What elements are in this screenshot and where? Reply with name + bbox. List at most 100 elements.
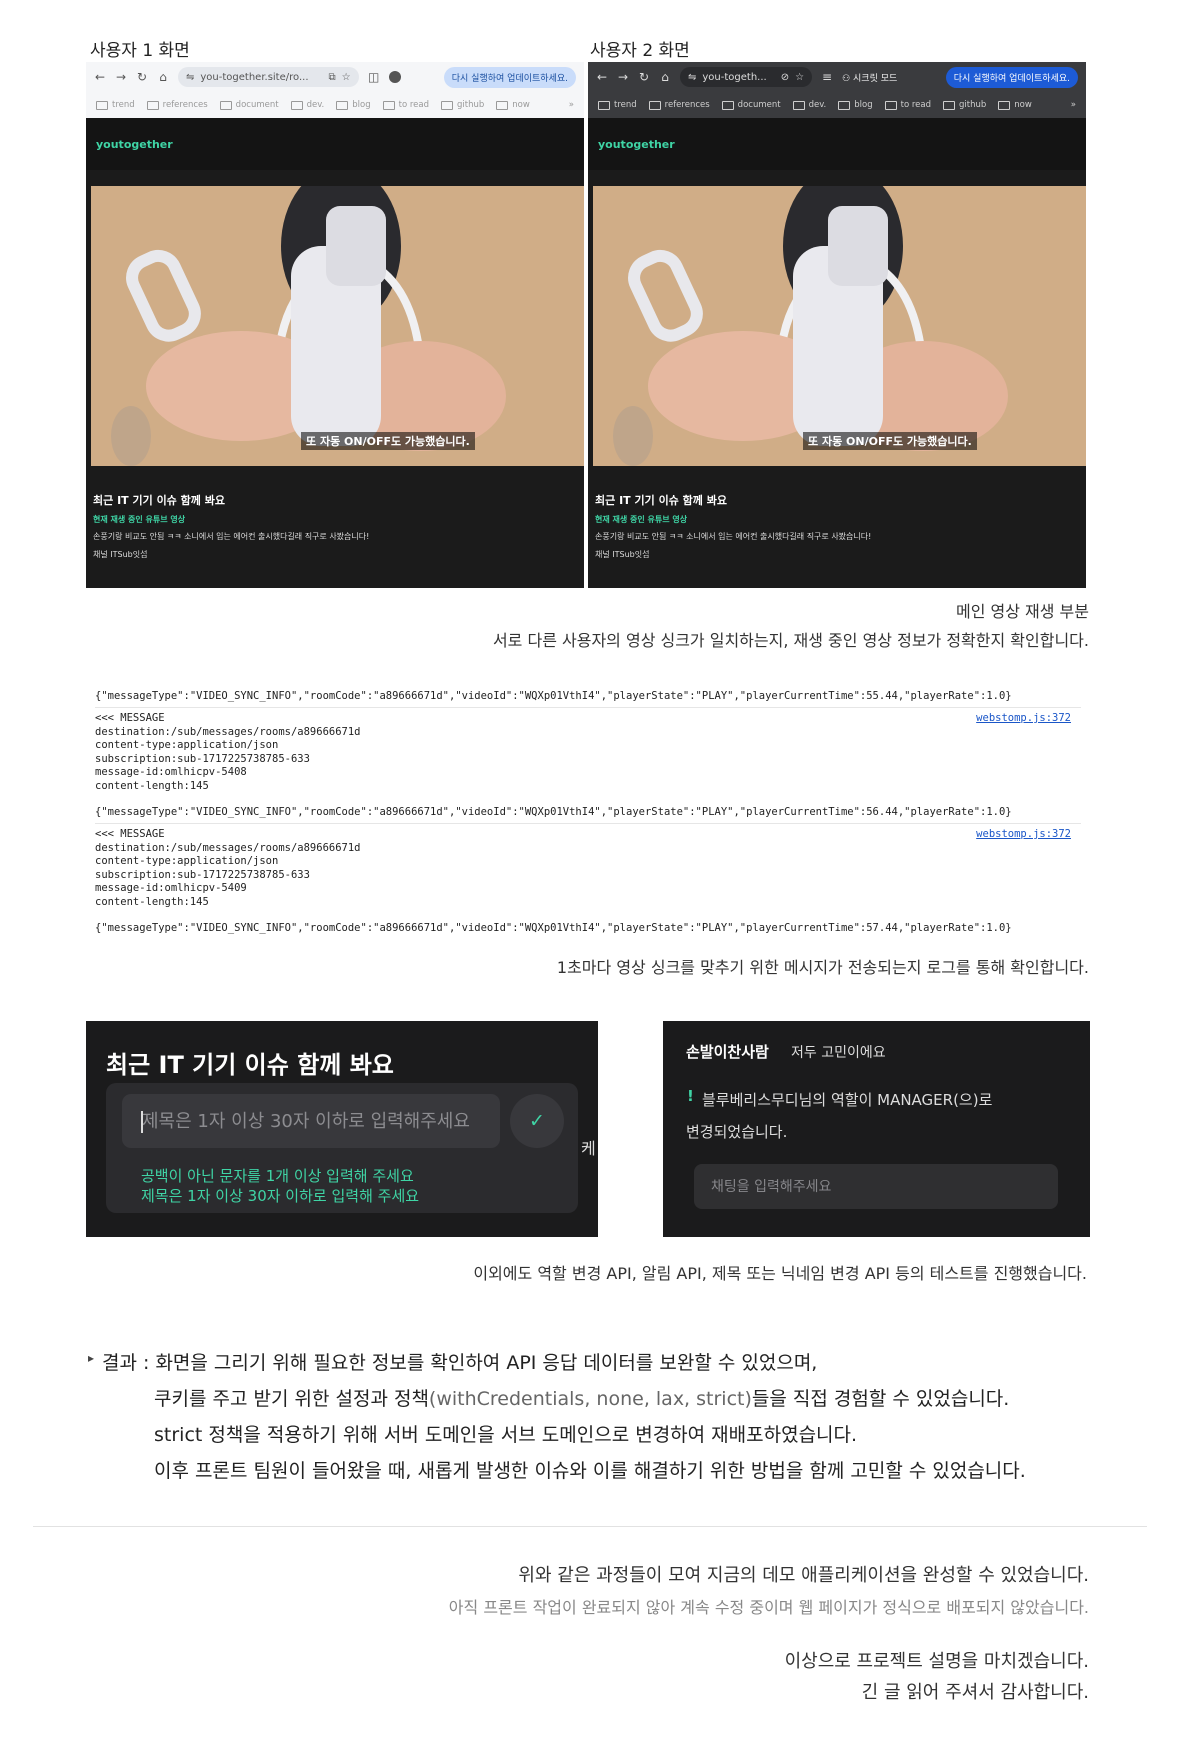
log-line: subscription:sub-1717225738785-633 — [95, 868, 310, 881]
bookmark-item[interactable]: to read — [382, 100, 429, 110]
bookmark-item[interactable]: references — [146, 100, 208, 110]
browser-chrome: ← → ↻ ⌂ ⇋ you-together.site/ro... ⧉ ☆ ◫ … — [86, 62, 584, 118]
update-button[interactable]: 다시 실행하여 업데이트하세요. — [443, 66, 576, 88]
browser-chrome: ← → ↻ ⌂ ⇋ you-togeth... ⊘ ☆ ≡ ⚇ 시크릿 모드 다… — [588, 62, 1086, 118]
closing-line: 이상으로 프로젝트 설명을 마치겠습니다. — [784, 1651, 1089, 1672]
log-line: content-length:145 — [95, 779, 209, 792]
eye-off-icon[interactable]: ⊘ — [781, 72, 789, 83]
user1-screenshot: ← → ↻ ⌂ ⇋ you-together.site/ro... ⧉ ☆ ◫ … — [86, 62, 584, 588]
bookmark-item[interactable]: dev. — [290, 100, 324, 110]
title-edit-card: ✓ 공백이 아닌 문자를 1개 이상 입력해 주세요 제목은 1자 이상 30자… — [106, 1083, 578, 1213]
app-brand[interactable]: youtogether — [588, 118, 1086, 170]
log-source-link[interactable]: webstomp.js:372 — [976, 828, 1071, 842]
forward-icon[interactable]: → — [115, 70, 127, 84]
bookmark-item[interactable]: trend — [598, 100, 637, 110]
bookmarks-overflow-icon[interactable]: » — [569, 100, 574, 110]
validation-error: 공백이 아닌 문자를 1개 이상 입력해 주세요 — [141, 1167, 414, 1185]
log-line: content-type:application/json — [95, 739, 279, 751]
site-settings-icon[interactable]: ⇋ — [186, 72, 194, 83]
title-edit-panel: 최근 IT 기기 이슈 함께 봐요 ✓ 공백이 아닌 문자를 1개 이상 입력해… — [86, 1021, 598, 1237]
main-section-title: 메인 영상 재생 부분 — [955, 602, 1089, 621]
folder-icon — [146, 100, 159, 110]
update-button[interactable]: 다시 실행하여 업데이트하세요. — [945, 66, 1078, 88]
thanks-line: 긴 글 읽어 주셔서 감사합니다. — [861, 1682, 1089, 1703]
log-message-block: webstomp.js:372 <<< MESSAGE destination:… — [95, 707, 1081, 793]
bookmark-item[interactable]: blog — [336, 100, 371, 110]
main-section-desc: 서로 다른 사용자의 영상 싱크가 일치하는지, 재생 중인 영상 정보가 정확… — [492, 631, 1089, 650]
room-title-heading: 최근 IT 기기 이슈 함께 봐요 — [106, 1051, 394, 1079]
bookmark-item[interactable]: github — [441, 100, 484, 110]
address-url: you-together.site/ro... — [200, 71, 309, 83]
title-input[interactable] — [122, 1094, 500, 1148]
back-icon[interactable]: ← — [94, 70, 106, 84]
bookmark-star-icon[interactable]: ☆ — [795, 72, 804, 83]
folder-icon — [998, 100, 1011, 110]
app-brand[interactable]: youtogether — [86, 118, 584, 170]
bookmark-item[interactable]: now — [496, 100, 530, 110]
folder-icon — [336, 100, 349, 110]
extensions-icon[interactable]: ◫ — [368, 70, 380, 84]
folder-icon — [884, 100, 897, 110]
bookmark-star-icon[interactable]: ☆ — [342, 72, 351, 83]
site-settings-icon[interactable]: ⇋ — [688, 72, 696, 83]
bookmark-item[interactable]: to read — [884, 100, 931, 110]
folder-icon — [496, 100, 509, 110]
log-line: message-id:omlhicpv-5409 — [95, 882, 247, 894]
room-title: 최근 IT 기기 이슈 함께 봐요 — [595, 494, 727, 507]
log-source-link[interactable]: webstomp.js:372 — [976, 712, 1071, 726]
bookmarks-overflow-icon[interactable]: » — [1071, 100, 1076, 110]
reload-icon[interactable]: ↻ — [136, 70, 148, 84]
log-json-line: {"messageType":"VIDEO_SYNC_INFO","roomCo… — [95, 806, 1012, 818]
folder-icon — [382, 100, 395, 110]
log-line: <<< MESSAGE — [95, 712, 165, 724]
confirm-check-icon[interactable]: ✓ — [510, 1094, 564, 1148]
browser-toolbar: ← → ↻ ⌂ ⇋ you-together.site/ro... ⧉ ☆ ◫ … — [86, 62, 584, 92]
chat-input[interactable] — [694, 1164, 1058, 1209]
folder-icon — [838, 100, 851, 110]
log-message-block: webstomp.js:372 <<< MESSAGE destination:… — [95, 823, 1081, 909]
bookmark-item[interactable]: now — [998, 100, 1032, 110]
bookmark-item[interactable]: document — [219, 100, 279, 110]
video-frame-image — [593, 186, 1086, 466]
incognito-indicator: ⚇ 시크릿 모드 — [842, 73, 898, 84]
video-frame-image — [91, 186, 584, 466]
bookmarks-bar: trend references document dev. blog to r… — [86, 92, 584, 118]
log-line: content-length:145 — [95, 895, 209, 908]
section-divider — [33, 1526, 1147, 1527]
bookmark-item[interactable]: blog — [838, 100, 873, 110]
bookmark-item[interactable]: document — [721, 100, 781, 110]
validation-error: 제목은 1자 이상 30자 이하로 입력해 주세요 — [141, 1187, 420, 1205]
video-description: 손풍기랑 비교도 안됨 ㅋㅋ 소니에서 입는 에어컨 출시했다길래 직구로 사봤… — [93, 532, 370, 541]
forward-icon[interactable]: → — [617, 70, 629, 84]
bookmark-item[interactable]: github — [943, 100, 986, 110]
reload-icon[interactable]: ↻ — [638, 70, 650, 84]
home-icon[interactable]: ⌂ — [157, 70, 169, 84]
address-bar[interactable]: ⇋ you-together.site/ro... ⧉ ☆ — [178, 67, 359, 87]
address-bar[interactable]: ⇋ you-togeth... ⊘ ☆ — [680, 67, 813, 87]
result-line: 쿠키를 주고 받기 위한 설정과 정책(withCredentials, non… — [154, 1388, 1010, 1410]
video-player[interactable]: 또 자동 ON/OFF도 가능했습니다. — [91, 186, 584, 466]
folder-icon — [721, 100, 734, 110]
folder-icon — [441, 100, 454, 110]
back-icon[interactable]: ← — [596, 70, 608, 84]
chat-message: 저두 고민이에요 — [791, 1045, 886, 1061]
tab-search-icon[interactable]: ≡ — [821, 70, 833, 84]
folder-icon — [219, 100, 232, 110]
video-subtitle: 또 자동 ON/OFF도 가능했습니다. — [301, 432, 475, 450]
result-line: 결과 : 화면을 그리기 위해 필요한 정보를 확인하여 API 응답 데이터를… — [102, 1352, 818, 1374]
role-change-notice: 블루베리스무디님의 역할이 MANAGER(으)로 변경되었습니다. — [686, 1091, 993, 1141]
profile-avatar[interactable] — [388, 71, 401, 83]
bookmark-item[interactable]: references — [648, 100, 710, 110]
outro-line: 위와 같은 과정들이 모여 지금의 데모 애플리케이션을 완성할 수 있었습니다… — [518, 1565, 1089, 1586]
video-player[interactable]: 또 자동 ON/OFF도 가능했습니다. — [593, 186, 1086, 466]
bookmark-item[interactable]: trend — [96, 100, 135, 110]
folder-icon — [648, 100, 661, 110]
bookmark-item[interactable]: dev. — [792, 100, 826, 110]
folder-icon — [290, 100, 303, 110]
home-icon[interactable]: ⌂ — [659, 70, 671, 84]
log-line: message-id:omlhicpv-5408 — [95, 766, 247, 778]
video-description: 손풍기랑 비교도 안됨 ㅋㅋ 소니에서 입는 에어컨 출시했다길래 직구로 사봤… — [595, 532, 872, 541]
translate-icon[interactable]: ⧉ — [329, 72, 336, 83]
folder-icon — [943, 100, 956, 110]
room-title: 최근 IT 기기 이슈 함께 봐요 — [93, 494, 225, 507]
